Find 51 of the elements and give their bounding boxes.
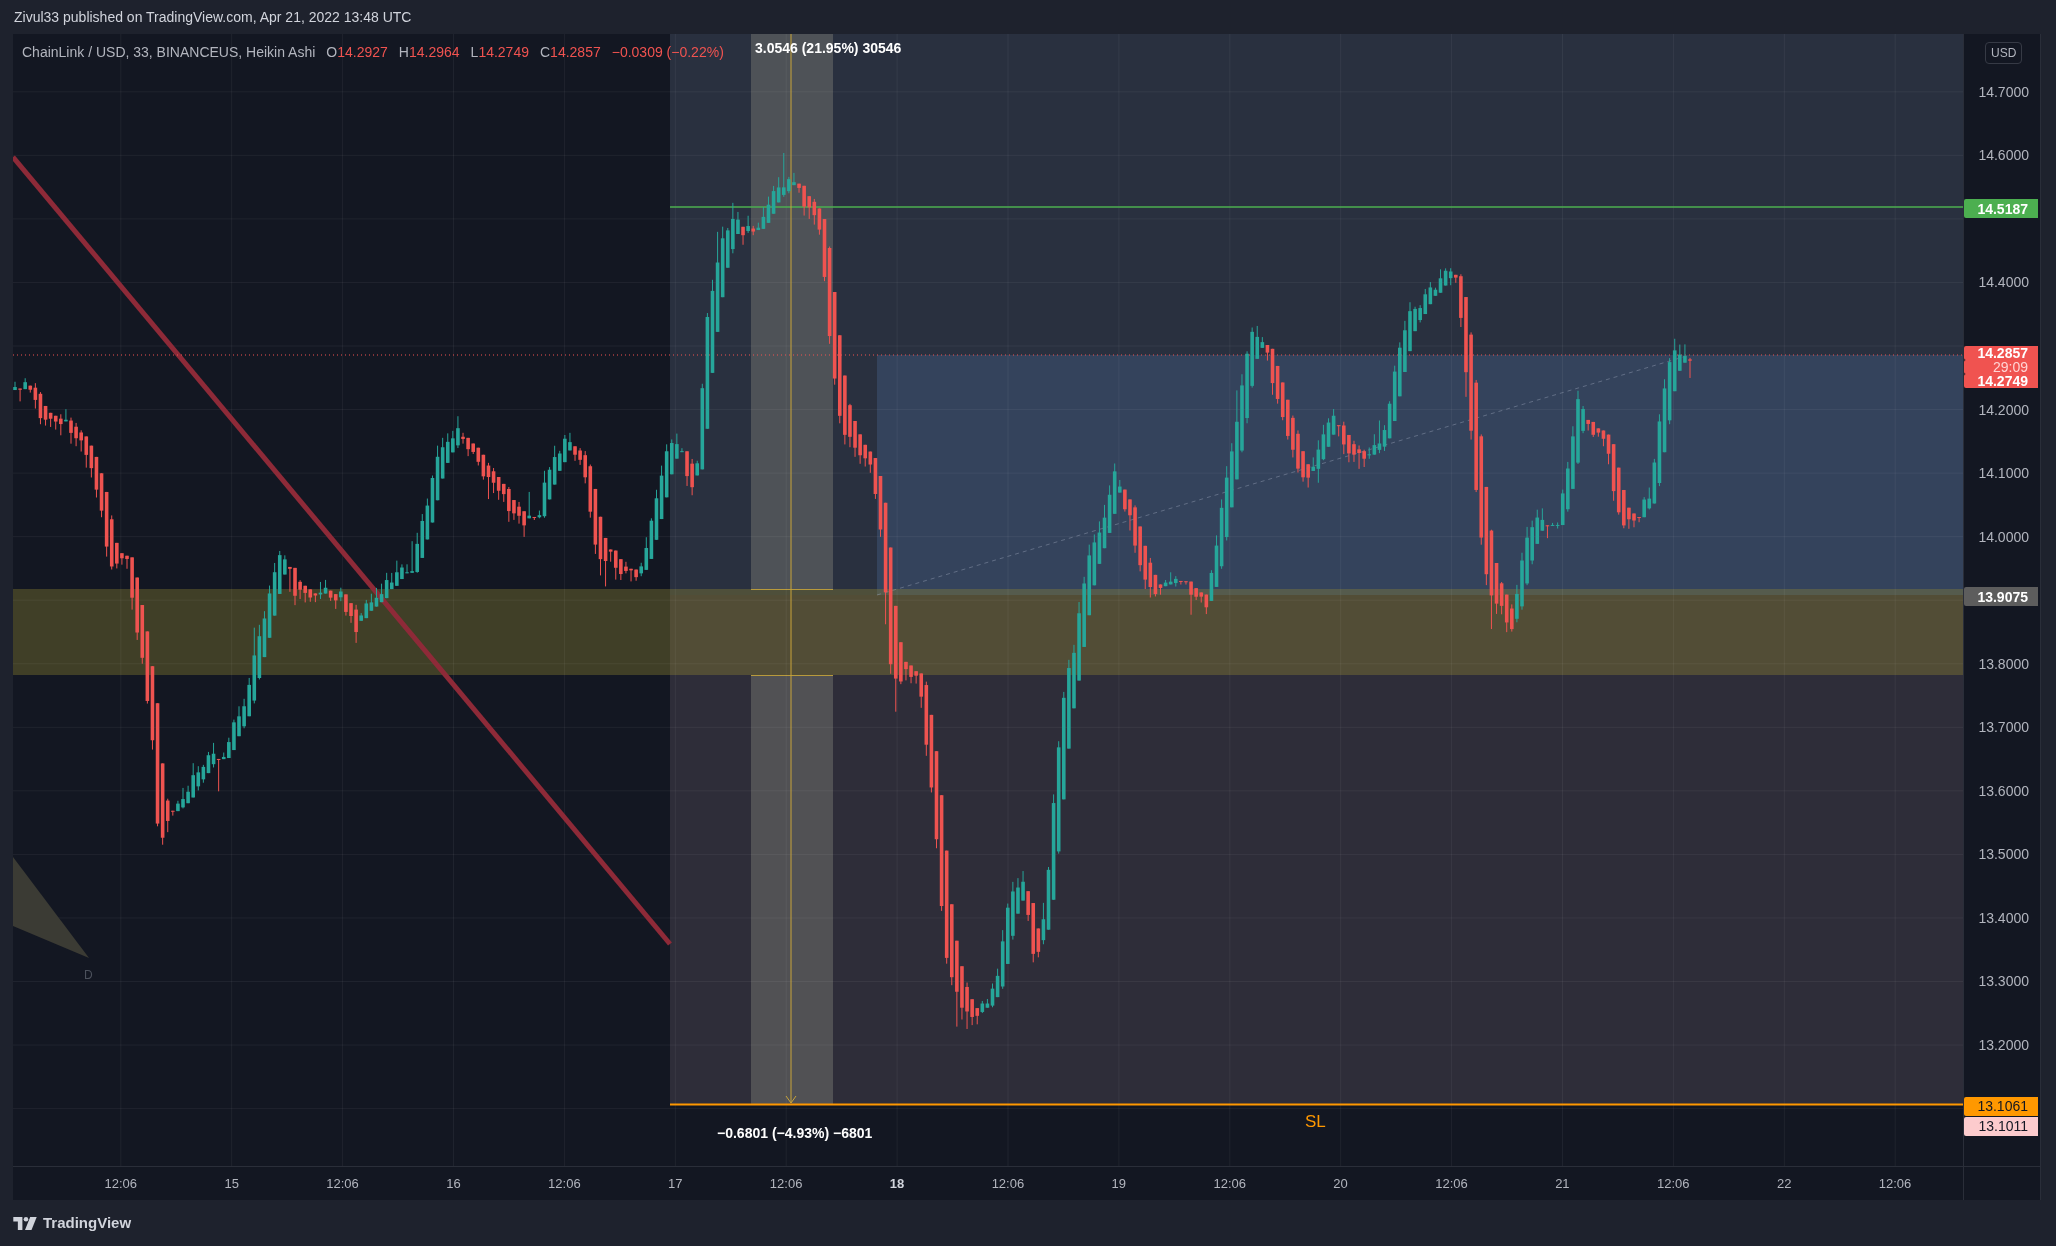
countdown-tag: 29:09	[1964, 360, 2038, 375]
stop-limit-tag: 13.1011	[1964, 1116, 2038, 1136]
time-tick: 16	[445, 1174, 462, 1193]
publisher-caption: Zivul33 published on TradingView.com, Apr 21, 2022 13:48 UTC	[14, 7, 412, 27]
last-price-tag: 14.2857	[1964, 346, 2038, 361]
ohlc-value: H14.2964	[398, 43, 460, 62]
price-tick: 13.7000	[1978, 719, 2029, 736]
time-tick: 22	[1775, 1174, 1793, 1193]
price-tick: 13.3000	[1978, 973, 2029, 990]
price-tick: 14.0000	[1978, 528, 2029, 545]
time-tick: 21	[1554, 1174, 1571, 1193]
time-tick: 12:06	[1434, 1174, 1469, 1193]
time-tick: 12:06	[1656, 1174, 1691, 1193]
ohlc-value: O14.2927	[326, 43, 388, 62]
price-tick: 14.4000	[1978, 274, 2029, 291]
ohlc-value: L14.2749	[470, 43, 529, 62]
time-tick: 20	[1332, 1174, 1349, 1193]
time-tick: 12:06	[1877, 1174, 1913, 1193]
time-tick: 17	[667, 1174, 684, 1193]
stop-price-tag: 13.1061	[1964, 1096, 2038, 1116]
target-price-tag: 14.5187	[1964, 199, 2038, 219]
time-tick: 19	[1110, 1174, 1128, 1193]
price-change: −0.0309 (−0.22%)	[611, 43, 724, 62]
logo-icon	[13, 1216, 37, 1230]
currency-button[interactable]: USD	[1985, 42, 2023, 64]
price-tick: 14.1000	[1978, 465, 2029, 482]
time-tick: 12:06	[103, 1174, 139, 1193]
ohlc-value: C14.2857	[540, 43, 601, 62]
entry-price-tag: 13.9075	[1964, 587, 2038, 607]
time-tick: 12:06	[325, 1174, 360, 1193]
stop-loss-label: SL	[1305, 1112, 1326, 1132]
time-tick: 12:06	[1212, 1174, 1247, 1193]
time-tick: 12:06	[990, 1174, 1026, 1193]
brand-name: TradingView	[43, 1212, 132, 1233]
price-tick: 14.7000	[1978, 83, 2029, 100]
symbol-info: ChainLink / USD, 33, BINANCEUS, Heikin Ashi	[22, 43, 316, 62]
price-tick: 13.4000	[1978, 909, 2029, 926]
measure-range-label: −0.6801 (−4.93%) −6801	[717, 1124, 873, 1143]
price-tick: 14.2000	[1978, 401, 2029, 418]
price-tick: 13.5000	[1978, 846, 2029, 863]
time-tick: 18	[888, 1174, 906, 1193]
measure-range-label: 3.0546 (21.95%) 30546	[755, 39, 902, 58]
price-tick: 13.6000	[1978, 782, 2029, 799]
time-tick: 15	[223, 1174, 240, 1193]
bar-low-tag: 14.2749	[1964, 374, 2038, 389]
time-tick: 12:06	[547, 1174, 582, 1193]
pattern-point-label: D	[84, 967, 93, 983]
time-tick: 12:06	[768, 1174, 804, 1193]
price-tick: 14.6000	[1978, 147, 2029, 164]
price-tick: 13.8000	[1978, 655, 2029, 672]
price-tick: 13.2000	[1978, 1036, 2029, 1053]
